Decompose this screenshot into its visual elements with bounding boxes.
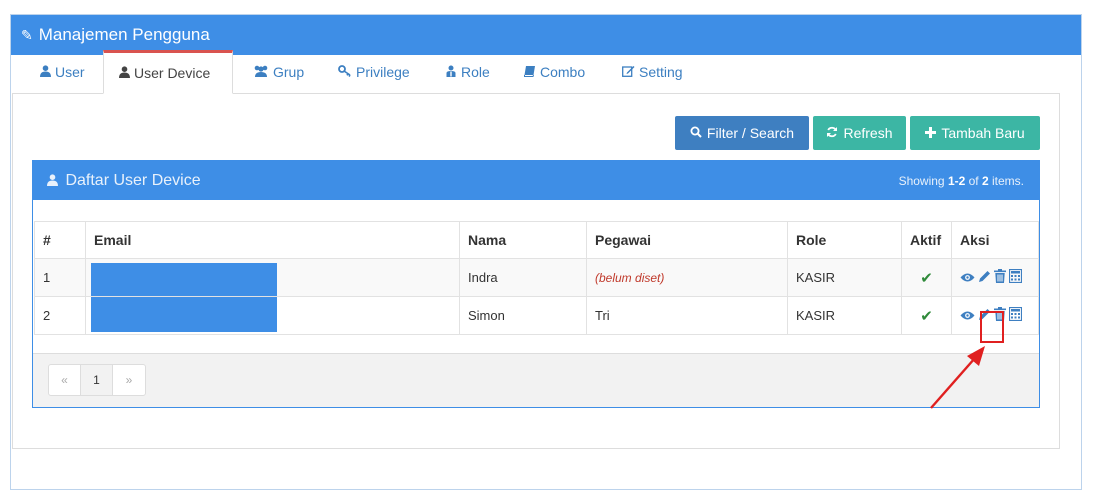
redacted-email (91, 297, 277, 332)
trash-icon[interactable] (994, 269, 1006, 286)
table-row: 1 Indra (belum diset) KASIR ✔ (34, 258, 1039, 297)
user-icon (119, 65, 130, 81)
eye-icon[interactable] (960, 270, 975, 286)
summary-total: 2 (981, 173, 989, 188)
pegawai-cell: Tri (586, 296, 788, 335)
user-icon (40, 64, 51, 80)
pegawai-unset: (belum diset) (595, 271, 665, 285)
pagination: « 1 » (48, 364, 146, 396)
pencil-icon[interactable] (978, 270, 991, 286)
col-aksi: Aksi (951, 221, 1039, 259)
users-icon (253, 65, 269, 80)
role-cell: KASIR (787, 296, 902, 335)
table-row: 2 Simon Tri KASIR ✔ (34, 296, 1039, 335)
summary-suffix: items. (988, 173, 1024, 188)
pager-next[interactable]: » (113, 365, 145, 395)
col-nama[interactable]: Nama (459, 221, 587, 259)
tab-label: Privilege (356, 64, 410, 80)
tab-privilege[interactable]: Privilege (338, 50, 410, 94)
aktif-cell: ✔ (901, 258, 952, 297)
col-pegawai[interactable]: Pegawai (586, 221, 788, 259)
grid-footer: « 1 » (33, 353, 1039, 407)
pencil-icon: ✎ (21, 26, 33, 43)
tab-label: Grup (273, 64, 305, 80)
filter-search-label: Filter / Search (706, 125, 795, 141)
tab-content: Filter / Search Refresh Tambah Baru Daft… (12, 93, 1060, 449)
eye-icon[interactable] (960, 308, 975, 324)
aksi-cell (951, 258, 1039, 297)
tab-label: Role (461, 64, 490, 80)
email-cell (85, 296, 460, 335)
pager-prev[interactable]: « (49, 365, 81, 395)
calculator-icon[interactable] (1008, 268, 1023, 286)
search-icon (690, 125, 702, 141)
tab-setting[interactable]: Setting (622, 50, 683, 94)
user-icon (47, 172, 65, 189)
tab-label: User Device (134, 65, 211, 81)
tab-grup[interactable]: Grup (253, 50, 304, 94)
grid-summary: Showing 1-2 of 2 items. (899, 174, 1024, 188)
grid-title-wrap: Daftar User Device (47, 172, 201, 190)
highlight-box (980, 311, 1004, 343)
refresh-label: Refresh (843, 125, 893, 141)
add-new-label: Tambah Baru (941, 125, 1025, 141)
edit-icon (622, 65, 635, 80)
col-email[interactable]: Email (85, 221, 460, 259)
plus-icon (925, 125, 937, 141)
tab-label: Combo (540, 64, 586, 80)
refresh-button[interactable]: Refresh (813, 116, 906, 150)
row-number: 2 (34, 296, 86, 335)
filter-search-button[interactable]: Filter / Search (675, 116, 809, 150)
tab-user-device[interactable]: User Device (103, 50, 233, 94)
redacted-email (91, 263, 277, 296)
panel-heading: ✎ Manajemen Pengguna (11, 15, 1081, 55)
check-icon: ✔ (920, 269, 933, 287)
row-actions (960, 268, 1038, 286)
summary-mid: of (965, 173, 982, 188)
grid-title: Daftar User Device (65, 171, 201, 189)
summary-range: 1-2 (947, 173, 966, 188)
table-header-row: # Email Nama Pegawai Role Aktif Aksi (34, 221, 1039, 259)
col-aktif[interactable]: Aktif (901, 221, 952, 259)
nama-cell: Simon (459, 296, 587, 335)
tab-label: User (55, 64, 85, 80)
add-new-button[interactable]: Tambah Baru (910, 116, 1040, 150)
row-number: 1 (34, 258, 86, 297)
aktif-cell: ✔ (901, 296, 952, 335)
calculator-icon[interactable] (1008, 306, 1023, 324)
tab-bar: User User Device Grup Privilege Role Com… (12, 50, 1060, 94)
tab-role[interactable]: Role (445, 50, 490, 94)
sitemap-icon (445, 65, 457, 80)
book-icon (524, 65, 536, 80)
check-icon: ✔ (920, 307, 933, 325)
user-device-table: # Email Nama Pegawai Role Aktif Aksi 1 I… (34, 221, 1039, 335)
pager-page[interactable]: 1 (81, 365, 113, 395)
col-role[interactable]: Role (787, 221, 902, 259)
email-cell (85, 258, 460, 297)
tab-user[interactable]: User (40, 50, 85, 94)
annotation-arrow (930, 346, 985, 409)
grid-heading: Daftar User Device Showing 1-2 of 2 item… (33, 161, 1039, 200)
summary-prefix: Showing (898, 173, 948, 188)
role-cell: KASIR (787, 258, 902, 297)
user-device-grid: Daftar User Device Showing 1-2 of 2 item… (32, 160, 1040, 408)
tab-label: Setting (639, 64, 683, 80)
panel-title: Manajemen Pengguna (38, 25, 210, 44)
nama-cell: Indra (459, 258, 587, 297)
key-icon (338, 64, 352, 80)
tab-combo[interactable]: Combo (524, 50, 585, 94)
pegawai-cell: (belum diset) (586, 258, 788, 297)
refresh-icon (826, 125, 838, 141)
col-number[interactable]: # (34, 221, 86, 259)
